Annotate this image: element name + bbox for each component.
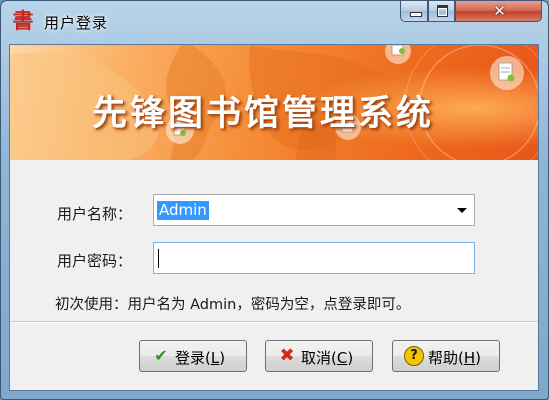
close-icon: ✕ — [493, 2, 506, 20]
maximize-icon — [437, 5, 448, 17]
checkmark-icon: ✔ — [154, 346, 168, 365]
help-button[interactable]: ? 帮助(H) — [392, 340, 500, 372]
password-label: 用户密码： — [57, 252, 133, 270]
chevron-down-icon[interactable] — [457, 208, 467, 213]
book-app-icon: 書 — [12, 8, 34, 33]
dialog-body: 先锋图书馆管理系统 用户名称： Admin 用户密码： 初次使用：用户名为 Ad… — [9, 44, 539, 391]
login-window: 書 用户登录 ✕ 先锋图书馆管理系统 用户名称： Admin 用户密码： 初次使… — [0, 0, 549, 400]
maximize-button[interactable] — [428, 1, 455, 22]
banner-title: 先锋图书馆管理系统 — [92, 94, 435, 134]
hint-text: 初次使用：用户名为 Admin，密码为空，点登录即可。 — [55, 297, 411, 313]
window-title: 用户登录 — [44, 14, 109, 32]
cancel-button-label: 取消(C) — [301, 349, 354, 367]
username-combobox[interactable]: Admin — [153, 194, 475, 226]
help-button-label: 帮助(H) — [428, 349, 481, 367]
login-button[interactable]: ✔ 登录(L) — [139, 340, 247, 372]
separator — [10, 321, 538, 323]
username-label: 用户名称： — [57, 205, 133, 223]
cross-icon: ✖ — [279, 345, 295, 366]
banner: 先锋图书馆管理系统 — [10, 45, 538, 160]
password-field[interactable] — [153, 242, 475, 274]
help-icon: ? — [404, 346, 424, 366]
minimize-button[interactable] — [400, 1, 428, 22]
text-caret — [158, 249, 159, 268]
title-bar[interactable]: 書 用户登录 ✕ — [1, 1, 548, 43]
username-value[interactable]: Admin — [157, 201, 209, 220]
minimize-icon — [410, 12, 422, 17]
close-button[interactable]: ✕ — [455, 1, 542, 22]
cancel-button[interactable]: ✖ 取消(C) — [265, 340, 373, 372]
login-button-label: 登录(L) — [175, 349, 226, 367]
